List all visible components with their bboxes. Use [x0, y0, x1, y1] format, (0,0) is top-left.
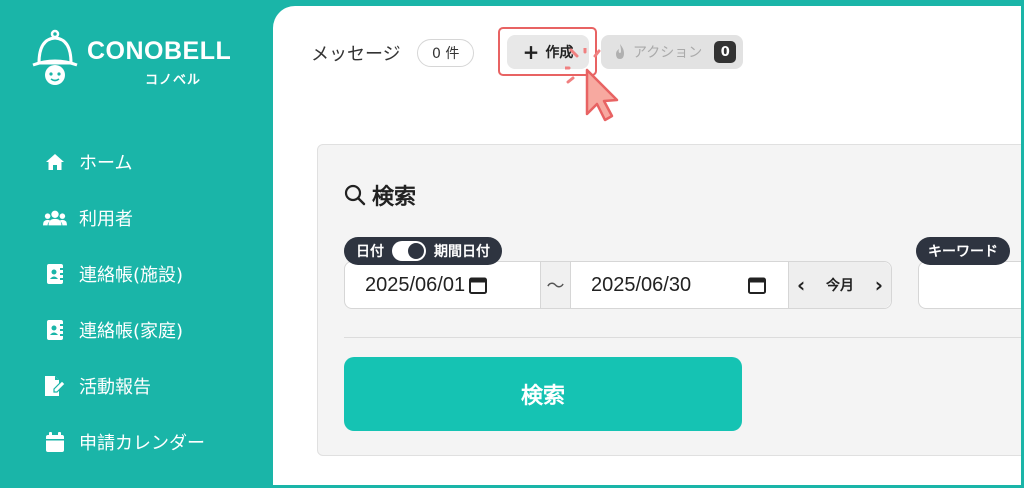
main-content: メッセージ 0 件 + 作成 アクション 0 検索 2025/06/01 ～ 2…	[273, 6, 1021, 485]
sidebar-item-contact-facility[interactable]: 連絡帳(施設)	[43, 261, 183, 287]
period-toggle[interactable]	[392, 241, 426, 261]
search-heading-label: 検索	[372, 185, 417, 210]
keyword-input[interactable]	[918, 261, 1021, 309]
sidebar-item-label: 利用者	[79, 209, 133, 230]
sidebar-item-users[interactable]: 利用者	[43, 205, 133, 231]
contact-card-icon	[43, 263, 67, 285]
sidebar-item-label: 申請カレンダー	[79, 433, 205, 454]
current-month-label[interactable]: 今月	[826, 275, 854, 295]
plus-icon: +	[522, 40, 540, 64]
action-count-badge: 0	[714, 41, 737, 63]
users-icon	[43, 207, 67, 229]
sidebar-item-contact-home[interactable]: 連絡帳(家庭)	[43, 317, 183, 343]
date-end-value: 2025/06/30	[591, 273, 692, 296]
sidebar-item-label: 活動報告	[79, 377, 151, 398]
calendar-icon	[43, 431, 67, 453]
sidebar-item-label: 連絡帳(家庭)	[79, 321, 184, 342]
keyword-label: キーワード	[916, 237, 1010, 265]
search-heading: 検索	[344, 179, 416, 211]
contact-card-icon	[43, 319, 67, 341]
calendar-icon[interactable]	[469, 276, 488, 294]
chevron-right-icon[interactable]: ›	[875, 273, 883, 297]
search-submit-button[interactable]: 検索	[344, 357, 742, 431]
sidebar-item-home[interactable]: ホーム	[43, 149, 132, 175]
sidebar-item-calendar[interactable]: 申請カレンダー	[43, 429, 205, 455]
date-range-separator: ～	[541, 262, 571, 308]
page-title: メッセージ	[311, 44, 401, 65]
app-frame: CONOBELL コノベル ホーム 利用者 連絡帳(施設) 連絡帳(家庭) 活動…	[0, 0, 1024, 488]
brand-logo[interactable]: CONOBELL コノベル	[31, 29, 251, 89]
brand-kana: コノベル	[145, 73, 202, 88]
period-label-text: 期間日付	[434, 244, 490, 260]
divider	[344, 337, 1021, 338]
toggle-knob	[408, 243, 424, 259]
sidebar-item-activity-report[interactable]: 活動報告	[43, 373, 151, 399]
bell-logo-icon	[32, 29, 78, 85]
sidebar: CONOBELL コノベル ホーム 利用者 連絡帳(施設) 連絡帳(家庭) 活動…	[3, 3, 273, 485]
month-navigator: ‹ 今月 ›	[789, 262, 891, 308]
home-icon	[43, 151, 67, 173]
search-icon	[344, 184, 366, 206]
chevron-left-icon[interactable]: ‹	[797, 273, 805, 297]
sidebar-item-label: ホーム	[79, 153, 133, 174]
date-range-group: 2025/06/01 ～ 2025/06/30 ‹ 今月 ›	[344, 261, 892, 309]
brand-name: CONOBELL	[87, 37, 232, 65]
calendar-icon[interactable]	[748, 276, 766, 294]
date-start-value: 2025/06/01	[365, 273, 466, 296]
message-count-badge: 0 件	[417, 39, 475, 67]
date-end-input[interactable]: 2025/06/30	[571, 262, 789, 308]
sidebar-item-label: 連絡帳(施設)	[79, 265, 184, 286]
date-filter-label: 日付 期間日付	[344, 237, 502, 265]
action-button-label: アクション	[633, 45, 703, 61]
search-panel: 検索 2025/06/01 ～ 2025/06/30 ‹ 今月 › 日付 期間日…	[317, 144, 1021, 456]
edit-document-icon	[43, 375, 67, 397]
date-label-text: 日付	[356, 244, 384, 260]
date-start-input[interactable]: 2025/06/01	[345, 262, 541, 308]
pointer-cursor-icon	[565, 48, 619, 122]
